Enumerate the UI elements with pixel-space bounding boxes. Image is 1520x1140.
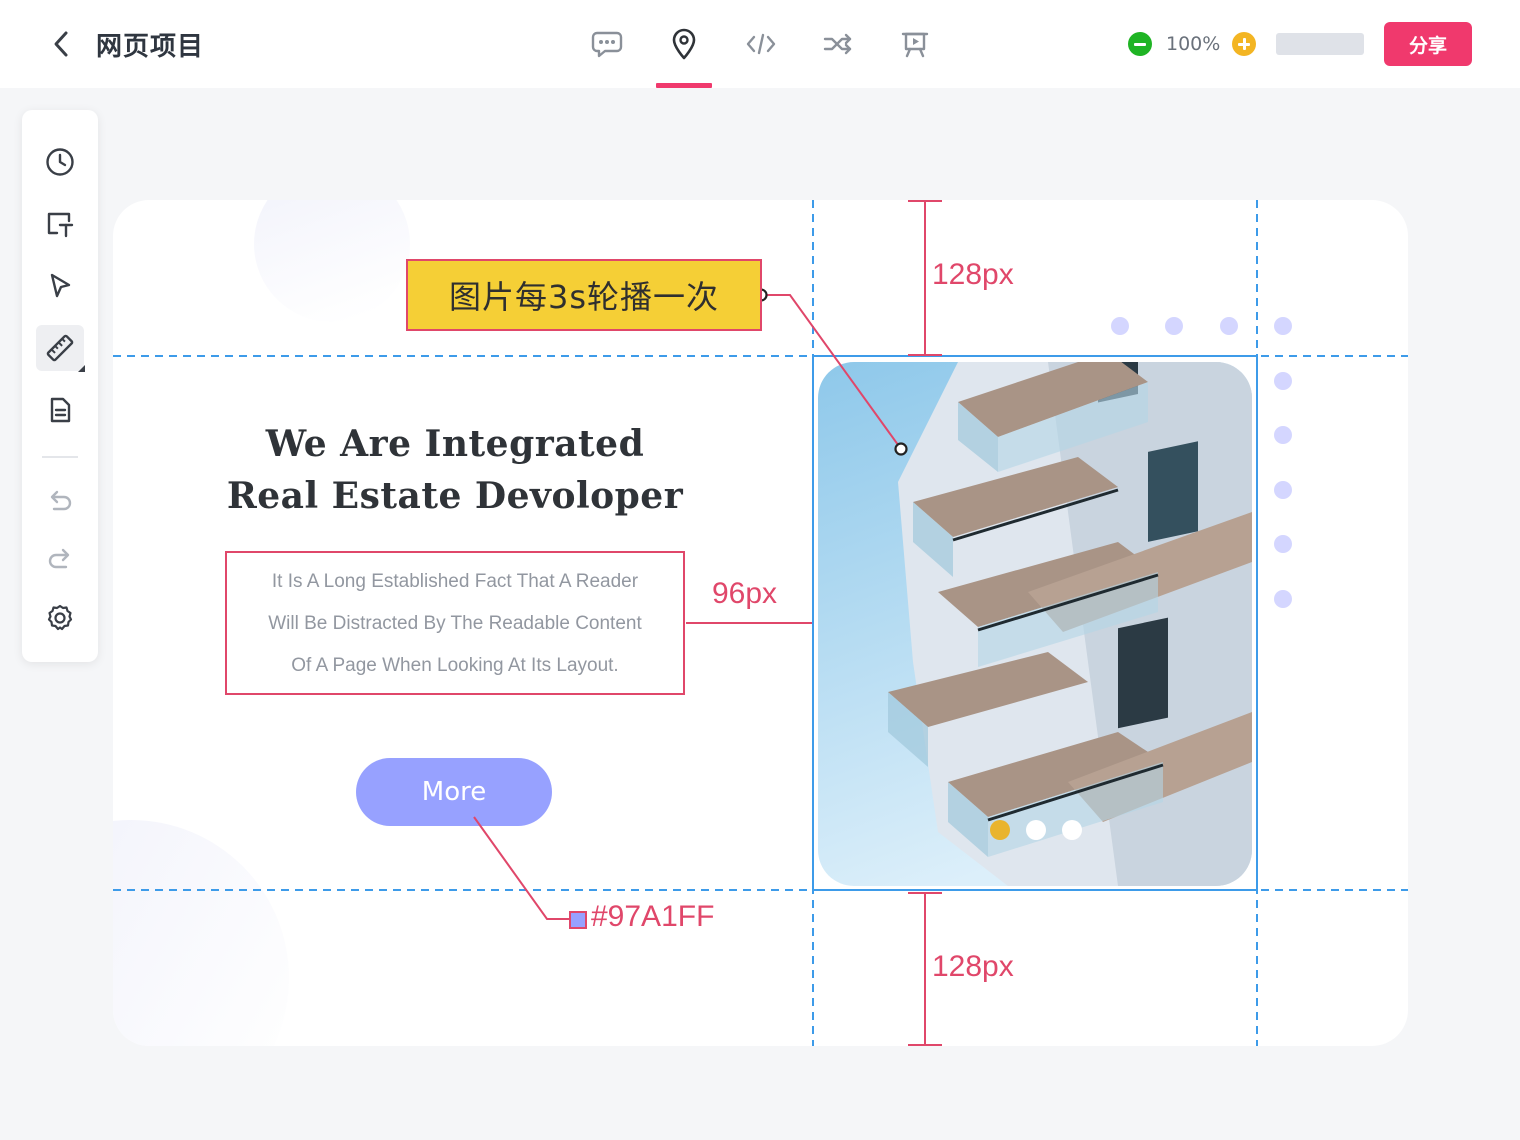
tool-undo[interactable] [36, 479, 84, 525]
carousel-dot[interactable] [1026, 820, 1046, 840]
tool-redo[interactable] [36, 537, 84, 583]
redo-icon [48, 548, 70, 569]
top-bar: 网页项目 100% 分享 [0, 0, 1520, 88]
building-photo [818, 362, 1252, 886]
headline-line: Real Estate Devoloper [226, 475, 684, 517]
color-swatch [569, 911, 587, 929]
user-name-placeholder [1276, 33, 1364, 55]
gear-icon [47, 604, 73, 631]
undo-icon [50, 490, 72, 511]
ruler-icon [46, 334, 74, 362]
description-line: It Is A Long Established Fact That A Rea… [271, 571, 639, 592]
decorative-dot [1220, 317, 1238, 335]
tool-history[interactable] [36, 139, 84, 185]
decorative-dot [1111, 317, 1129, 335]
carousel-indicators [990, 820, 1082, 840]
description-line: Of A Page When Looking At Its Layout. [291, 655, 619, 676]
measure-label-bottom: 128px [932, 950, 1014, 983]
shuffle-icon [823, 33, 852, 55]
active-tab-indicator [656, 83, 712, 88]
toolbar-divider [42, 456, 78, 458]
text-box-icon [47, 212, 74, 238]
measure-label-top: 128px [932, 258, 1014, 291]
decorative-dot [1274, 481, 1292, 499]
carousel-dot[interactable] [990, 820, 1010, 840]
decorative-dot [1274, 426, 1292, 444]
description-line: Will Be Distracted By The Readable Conte… [268, 613, 642, 634]
headline-line: We Are Integrated [265, 423, 645, 465]
back-button[interactable] [46, 28, 78, 60]
left-toolbar [22, 110, 98, 662]
tool-select[interactable] [36, 263, 84, 309]
decorative-dot [1274, 590, 1292, 608]
document-icon [50, 397, 71, 423]
zoom-in-button[interactable] [1232, 32, 1256, 56]
carousel-image[interactable] [818, 362, 1252, 886]
decorative-dot [1274, 372, 1292, 390]
location-pin-icon [672, 28, 696, 60]
hero-headline: We Are Integrated Real Estate Devoloper [213, 418, 697, 522]
tool-measure[interactable] [36, 325, 85, 372]
decorative-circle [113, 820, 289, 1046]
cursor-arrow-icon [50, 273, 71, 298]
decorative-dot [1274, 317, 1292, 335]
color-code-label: #97A1FF [591, 900, 715, 933]
tab-code[interactable] [741, 26, 781, 62]
clock-icon [46, 148, 74, 176]
hero-description: It Is A Long Established Fact That A Rea… [225, 551, 685, 695]
tab-present[interactable] [895, 26, 935, 62]
tool-notes[interactable] [36, 387, 84, 433]
chat-bubble-icon [591, 31, 623, 58]
zoom-level: 100% [1166, 33, 1221, 55]
carousel-dot[interactable] [1062, 820, 1082, 840]
presentation-icon [901, 32, 929, 58]
tool-settings[interactable] [36, 595, 84, 641]
measure-label-side: 96px [712, 577, 778, 610]
tab-annotate[interactable] [664, 26, 704, 62]
decorative-circle [254, 200, 410, 322]
annotation-note[interactable]: 图片每3s轮播一次 [406, 259, 762, 331]
tab-comment[interactable] [587, 26, 627, 62]
tab-flow[interactable] [818, 26, 858, 62]
decorative-dot [1274, 535, 1292, 553]
code-icon [746, 33, 776, 55]
project-title: 网页项目 [96, 32, 205, 62]
share-button[interactable]: 分享 [1384, 22, 1472, 66]
more-button[interactable]: More [356, 758, 552, 826]
decorative-dot [1165, 317, 1183, 335]
zoom-out-button[interactable] [1128, 32, 1152, 56]
chevron-left-icon [54, 31, 68, 57]
tool-text[interactable] [36, 201, 84, 247]
